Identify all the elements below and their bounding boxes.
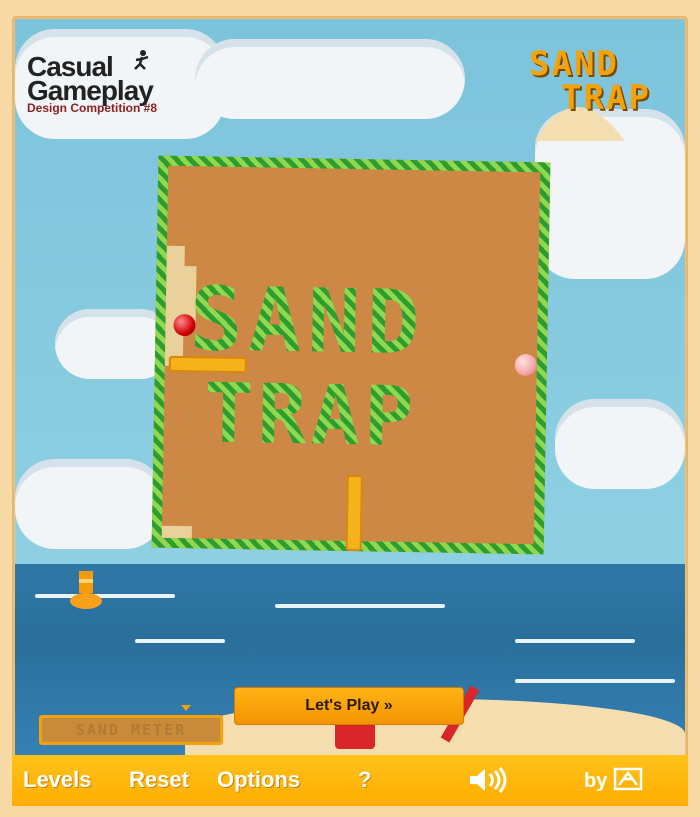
levels-button[interactable]: Levels bbox=[23, 765, 92, 795]
publisher-credit[interactable]: by bbox=[584, 767, 643, 794]
game-logo-line1: SAND bbox=[529, 44, 619, 84]
wave bbox=[515, 679, 675, 683]
publisher-logo-icon bbox=[613, 767, 643, 791]
wave bbox=[35, 594, 175, 598]
meter-pointer-icon bbox=[181, 705, 191, 711]
board-text-line1: SAND bbox=[188, 267, 427, 375]
pink-ball[interactable] bbox=[514, 353, 538, 377]
speaker-icon[interactable] bbox=[468, 767, 510, 793]
by-label: by bbox=[584, 770, 608, 792]
cloud bbox=[15, 459, 165, 549]
cloud bbox=[195, 39, 465, 119]
casual-gameplay-logo[interactable]: Casual Gameplay Design Competition #8 bbox=[27, 50, 177, 135]
menu-bar: Levels Reset Options ? by bbox=[12, 755, 688, 806]
vertical-paddle[interactable] bbox=[345, 474, 363, 552]
help-button[interactable]: ? bbox=[358, 765, 371, 795]
sand-meter: SAND METER bbox=[39, 715, 223, 745]
game-stage: Casual Gameplay Design Competition #8 SA… bbox=[15, 19, 685, 755]
logo-subtitle: Design Competition #8 bbox=[27, 101, 158, 115]
wave bbox=[275, 604, 445, 608]
options-button[interactable]: Options bbox=[217, 765, 300, 795]
buoy-icon bbox=[70, 571, 102, 609]
wave bbox=[135, 639, 225, 643]
sand-meter-label: SAND METER bbox=[75, 721, 187, 739]
game-logo-line2: TRAP bbox=[561, 78, 651, 118]
game-frame: Casual Gameplay Design Competition #8 SA… bbox=[12, 16, 688, 806]
sand-trap-logo: SAND TRAP bbox=[525, 43, 680, 141]
wave bbox=[515, 639, 635, 643]
reset-button[interactable]: Reset bbox=[129, 765, 189, 795]
cloud bbox=[555, 399, 685, 489]
board-text-line2: TRAP bbox=[203, 366, 419, 466]
horizontal-paddle[interactable] bbox=[168, 355, 247, 374]
lets-play-button[interactable]: Let's Play » bbox=[234, 687, 464, 725]
runner-icon bbox=[134, 50, 149, 70]
sand-pile bbox=[161, 525, 192, 539]
game-board[interactable]: SAND TRAP bbox=[151, 155, 551, 555]
